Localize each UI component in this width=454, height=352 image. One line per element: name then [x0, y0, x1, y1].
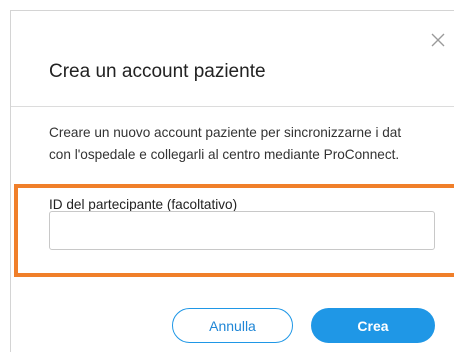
create-button[interactable]: Crea: [311, 308, 435, 343]
dialog-description: Creare un nuovo account paziente per sin…: [49, 122, 401, 166]
dialog-title: Crea un account paziente: [49, 61, 266, 82]
description-line-1: Creare un nuovo account paziente per sin…: [49, 125, 402, 140]
create-patient-account-dialog: Crea un account paziente Creare un nuovo…: [10, 10, 454, 352]
participant-id-label: ID del partecipante (facoltativo): [49, 197, 238, 212]
header-divider: [11, 106, 454, 107]
close-button[interactable]: [431, 33, 449, 51]
cancel-button[interactable]: Annulla: [172, 308, 293, 343]
participant-id-input[interactable]: [49, 211, 435, 250]
description-line-2: con l'ospedale e collegarli al centro me…: [49, 147, 400, 162]
close-icon: [431, 33, 445, 47]
